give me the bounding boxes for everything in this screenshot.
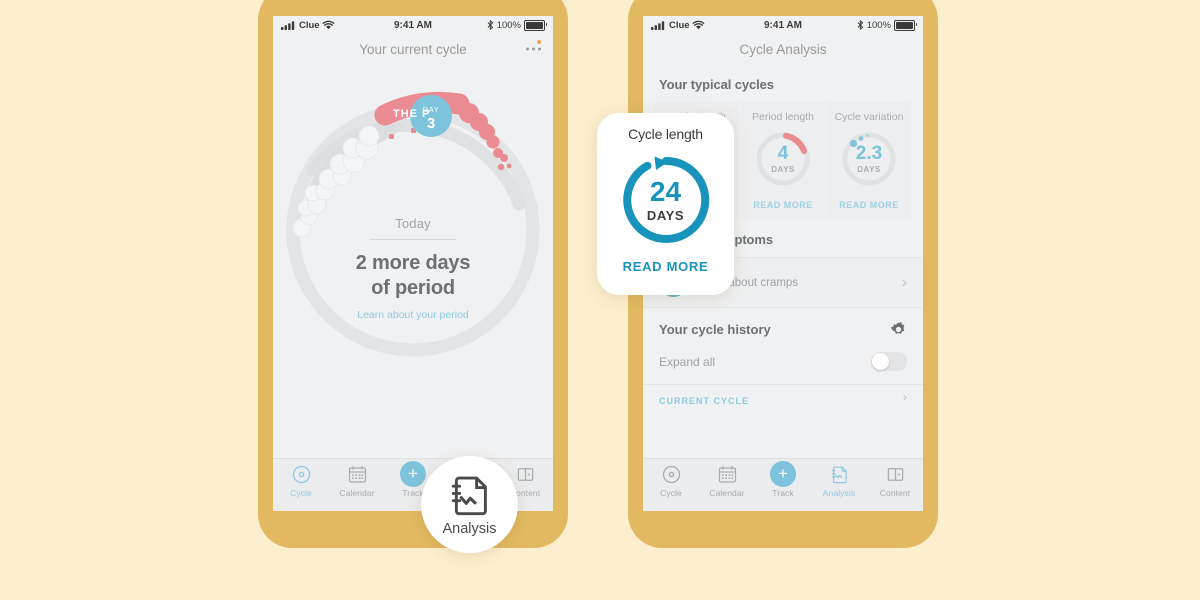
card-title: Period length — [752, 111, 814, 123]
battery-percent-label: 100% — [866, 19, 891, 31]
read-more-link[interactable]: READ MORE — [839, 200, 899, 210]
battery-icon — [524, 19, 547, 31]
notification-badge-dot — [537, 40, 541, 44]
page-title: Your current cycle — [359, 41, 467, 57]
cycle-history-item-label: CURRENT CYCLE — [659, 396, 750, 404]
ring-value-group: 4 DAYS — [753, 129, 813, 189]
magnifier-card-value: 24 — [649, 175, 682, 207]
bluetooth-icon — [857, 20, 864, 30]
magnifier-analysis-tab: Analysis — [421, 456, 518, 553]
calendar-icon — [348, 464, 367, 485]
more-options-icon[interactable] — [526, 47, 541, 51]
magnifier-card-unit: DAYS — [646, 207, 685, 223]
ring-value-group: 2.3 DAYS — [839, 129, 899, 189]
cycle-history-header: Your cycle history — [643, 308, 923, 347]
tab-label: Analysis — [822, 488, 856, 498]
tab-content[interactable]: Content — [867, 464, 923, 498]
phone-device-left: Clue 9:41 AM 100% Your current cycle THE… — [258, 0, 568, 548]
cycle-variation-ring: 2.3 DAYS — [839, 129, 899, 189]
tab-label: Content — [879, 488, 911, 498]
expand-all-label: Expand all — [659, 354, 716, 369]
tab-label: Track — [402, 488, 424, 498]
headline-line-2: of period — [371, 276, 455, 299]
analysis-document-icon — [448, 473, 492, 517]
expand-all-row: Expand all — [643, 347, 923, 384]
tab-cycle[interactable]: Cycle — [273, 464, 329, 498]
gear-icon[interactable] — [890, 321, 907, 338]
bluetooth-icon — [487, 20, 494, 30]
status-bar-left: Clue 9:41 AM 100% — [273, 16, 553, 34]
tab-label: Cycle — [290, 488, 312, 498]
tab-label: Track — [772, 488, 794, 498]
tab-track[interactable]: + Track — [755, 460, 811, 498]
card-value: 2.3 — [855, 143, 883, 164]
tab-analysis[interactable]: Analysis — [811, 464, 867, 498]
calendar-icon — [718, 464, 737, 485]
nav-bar-right: Cycle Analysis — [643, 34, 923, 64]
magnifier-cycle-length-ring: 24 DAYS — [619, 153, 713, 247]
tab-label: Calendar — [339, 488, 375, 498]
canvas: Clue 9:41 AM 100% Your current cycle THE… — [0, 0, 1200, 600]
battery-icon — [894, 19, 917, 31]
card-cycle-variation[interactable]: Cycle variation 2.3 DAYS READ MORE — [827, 102, 911, 219]
status-right-group: 100% — [857, 19, 917, 31]
tab-bar-right: Cycle Calendar + Track Analysis Content — [643, 458, 923, 511]
tab-label: Cycle — [660, 488, 682, 498]
wheel-center-info: Today 2 more days of period Learn about … — [273, 216, 553, 321]
tab-label: Calendar — [709, 488, 745, 498]
magnifier-card-title: Cycle length — [628, 126, 703, 142]
tab-cycle[interactable]: Cycle — [643, 464, 699, 498]
status-right-group: 100% — [487, 19, 547, 31]
magnifier-ring-value-group: 24 DAYS — [619, 153, 713, 247]
period-length-ring: 4 DAYS — [753, 129, 813, 189]
tab-calendar[interactable]: Calendar — [699, 464, 755, 498]
analysis-document-icon — [830, 464, 849, 485]
chevron-right-icon: › — [902, 274, 907, 291]
section-title-cycle-history: Your cycle history — [659, 322, 771, 337]
today-label: Today — [395, 216, 431, 231]
expand-all-toggle[interactable] — [871, 352, 907, 371]
card-value: 4 — [777, 143, 789, 164]
read-more-link[interactable]: READ MORE — [753, 200, 813, 210]
battery-percent-label: 100% — [496, 19, 521, 31]
card-unit: DAYS — [771, 165, 795, 174]
magnifier-analysis-label: Analysis — [442, 520, 497, 537]
book-icon — [516, 464, 535, 485]
day-badge: DAY 3 — [410, 106, 452, 131]
section-title-typical-cycles: Your typical cycles — [643, 64, 923, 102]
magnifier-cycle-length-card: Cycle length 24 DAYS READ MORE — [597, 113, 734, 295]
status-bar-right: Clue 9:41 AM 100% — [643, 16, 923, 34]
cycle-wheel[interactable]: THE P DAY 3 Today 2 more days of period … — [273, 64, 553, 464]
day-badge-number: 3 — [426, 114, 436, 132]
headline-line-1: 2 more days — [355, 252, 471, 274]
page-title: Cycle Analysis — [739, 41, 827, 57]
cycle-history-list-item[interactable]: CURRENT CYCLE › — [643, 384, 923, 404]
day-badge-label: DAY — [422, 105, 440, 114]
card-unit: DAYS — [857, 165, 881, 174]
card-title: Cycle variation — [834, 111, 904, 123]
divider — [370, 239, 456, 240]
cycle-icon — [662, 464, 681, 485]
screen-left: Clue 9:41 AM 100% Your current cycle THE… — [273, 16, 553, 511]
plus-icon: + — [770, 460, 796, 487]
cycle-icon — [292, 464, 311, 485]
book-icon — [886, 464, 905, 485]
chevron-right-icon: › — [903, 390, 907, 404]
learn-about-period-link[interactable]: Learn about your period — [273, 309, 553, 321]
tab-calendar[interactable]: Calendar — [329, 464, 385, 498]
magnifier-read-more-link[interactable]: READ MORE — [623, 259, 709, 274]
card-period-length[interactable]: Period length 4 DAYS READ MORE — [741, 102, 825, 219]
plus-icon: + — [400, 460, 426, 487]
